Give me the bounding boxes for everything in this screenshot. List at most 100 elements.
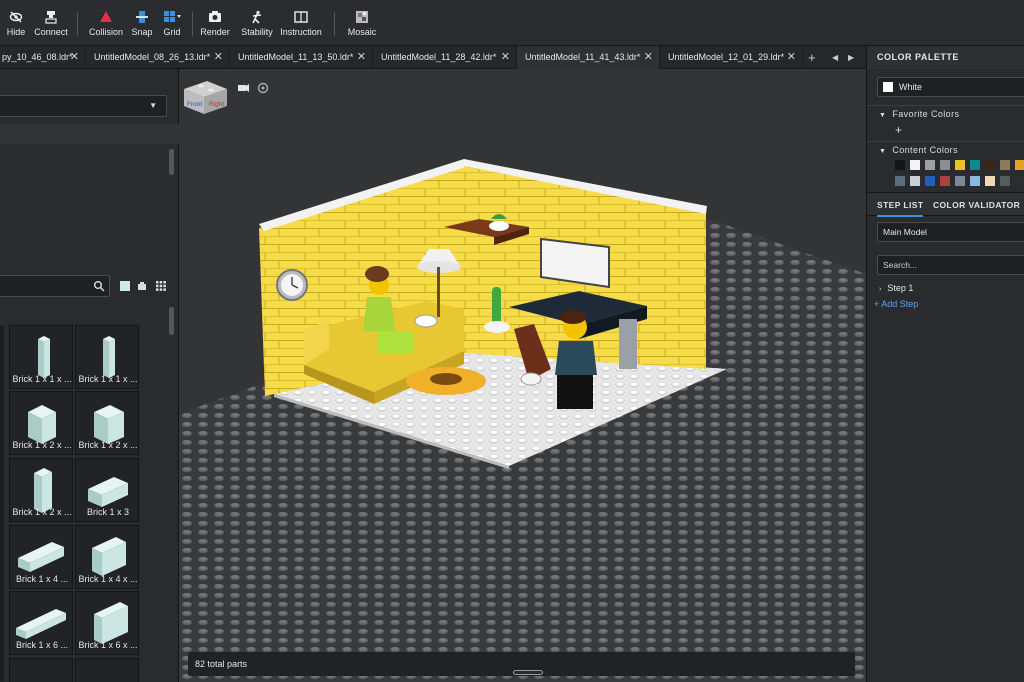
part-label: Brick 1 x 4 ...	[15, 574, 68, 584]
grid-button[interactable]: Grid	[160, 4, 184, 42]
scrollbar-thumb[interactable]	[169, 149, 174, 175]
part-tile[interactable]: Brick 1 x 2 x ...	[9, 391, 73, 455]
video-camera-icon[interactable]	[238, 84, 249, 92]
file-tab[interactable]: UntitledModel_11_13_50.ldr* ✕	[230, 46, 373, 69]
connect-button[interactable]: Connect	[33, 4, 69, 42]
model-select-label: Main Model	[883, 227, 927, 237]
grid-icon	[164, 11, 181, 22]
instruction-button[interactable]: Instruction	[279, 4, 323, 42]
color-swatch[interactable]	[910, 176, 920, 186]
color-swatch[interactable]	[1000, 160, 1010, 170]
connect-icon	[45, 11, 57, 24]
view-mode-square-icon[interactable]	[120, 281, 130, 291]
part-tile[interactable]	[75, 658, 139, 682]
file-tab[interactable]: UntitledModel_12_01_29.ldr* ✕	[660, 46, 803, 69]
instruction-label: Instruction	[280, 27, 322, 37]
file-tab[interactable]: UntitledModel_11_28_42.ldr* ✕	[373, 46, 517, 69]
part-tile[interactable]: Brick 1 x 6 ...	[9, 591, 73, 655]
color-swatch[interactable]	[940, 160, 950, 170]
scrollbar-thumb[interactable]	[169, 307, 174, 335]
part-tile[interactable]: Brick 1 x 4 x ...	[75, 525, 139, 589]
step-item[interactable]: › Step 1	[879, 283, 913, 293]
parts-panel-header	[0, 124, 179, 144]
step-search-input[interactable]: Search...	[877, 255, 1024, 275]
content-colors-section[interactable]: ▼ Content Colors	[879, 145, 958, 155]
part-tile[interactable]: Brick 1 x 1 x ...	[75, 325, 139, 389]
file-tab-active[interactable]: UntitledModel_11_41_43.ldr* ✕	[517, 46, 660, 69]
view-mode-grid-icon[interactable]	[156, 281, 166, 291]
stability-button[interactable]: Stability	[239, 4, 275, 42]
right-panel: COLOR PALETTE White ▼ Favorite Colors + ▼…	[866, 46, 1024, 682]
tab-label: py_10_46_08.ldr*	[2, 52, 73, 62]
part-search-input[interactable]	[0, 275, 110, 297]
render-label: Render	[200, 27, 230, 37]
part-tile[interactable]: Brick 1 x 1 x ...	[9, 325, 73, 389]
view-mode-brick-icon[interactable]	[137, 281, 147, 291]
close-icon[interactable]: ✕	[70, 46, 79, 69]
main-toolbar: Hide Connect Collision Snap Grid Render …	[0, 0, 1024, 46]
color-swatch[interactable]	[1015, 160, 1024, 170]
color-swatch[interactable]	[940, 176, 950, 186]
color-swatch[interactable]	[985, 176, 995, 186]
color-swatch[interactable]	[955, 160, 965, 170]
close-icon[interactable]: ✕	[357, 46, 366, 69]
tab-label: UntitledModel_08_26_13.ldr*	[94, 52, 211, 62]
selected-color-label: White	[899, 82, 923, 92]
tab-step-list[interactable]: STEP LIST	[877, 193, 924, 217]
hide-button[interactable]: Hide	[5, 4, 27, 42]
model-select[interactable]: Main Model	[877, 222, 1024, 242]
color-swatch[interactable]	[970, 160, 980, 170]
color-swatch[interactable]	[925, 160, 935, 170]
close-icon[interactable]: ✕	[787, 46, 796, 69]
part-category-dropdown[interactable]: ▼	[0, 95, 167, 117]
color-swatch[interactable]	[910, 160, 920, 170]
content-colors-label: Content Colors	[892, 145, 958, 155]
scene-canvas[interactable]: Front Right	[179, 69, 866, 682]
mosaic-button[interactable]: Mosaic	[345, 4, 379, 42]
chevron-right-icon: ›	[879, 286, 882, 293]
close-icon[interactable]: ✕	[501, 46, 510, 69]
color-swatch[interactable]	[895, 160, 905, 170]
file-tab[interactable]: UntitledModel_08_26_13.ldr* ✕	[86, 46, 230, 69]
color-swatch[interactable]	[985, 160, 995, 170]
tab-color-validator[interactable]: COLOR VALIDATOR	[933, 193, 1020, 217]
eye-slash-icon	[9, 11, 23, 23]
divider	[867, 105, 1024, 106]
favorite-colors-section[interactable]: ▼ Favorite Colors	[879, 109, 959, 119]
part-tile[interactable]: Brick 1 x 6 x ...	[75, 591, 139, 655]
tab-next-button[interactable]: ▶	[848, 46, 854, 69]
part-label: Brick 1 x 6 x ...	[78, 640, 138, 650]
divider	[867, 141, 1024, 142]
part-label: Brick 1 x 2 x ...	[12, 440, 72, 450]
favorite-colors-label: Favorite Colors	[892, 109, 960, 119]
part-label: Brick 1 x 2 x ...	[12, 507, 72, 517]
part-tile[interactable]: Brick 1 x 4 ...	[9, 525, 73, 589]
part-tile[interactable]: Brick 1 x 2 x ...	[75, 391, 139, 455]
part-tile[interactable]	[9, 658, 73, 682]
color-swatch[interactable]	[925, 176, 935, 186]
add-favorite-color-button[interactable]: +	[895, 123, 902, 137]
tab-prev-button[interactable]: ◀	[832, 46, 838, 69]
close-icon[interactable]: ✕	[644, 46, 653, 69]
tab-label: UntitledModel_11_41_43.ldr*	[525, 52, 641, 62]
snap-button[interactable]: Snap	[130, 4, 154, 42]
horizontal-scroll-handle[interactable]	[513, 670, 543, 675]
part-tile[interactable]: Brick 1 x 2 x ...	[9, 458, 73, 522]
close-icon[interactable]: ✕	[214, 46, 223, 69]
file-tab[interactable]: py_10_46_08.ldr* ✕	[0, 46, 86, 69]
add-step-button[interactable]: + Add Step	[874, 299, 918, 309]
color-swatch[interactable]	[955, 176, 965, 186]
rotate-view-icon[interactable]	[257, 82, 269, 94]
color-swatch[interactable]	[895, 176, 905, 186]
part-count-label: 82 total parts	[195, 659, 248, 669]
part-tile[interactable]: Brick 1 x 3	[75, 458, 139, 522]
collision-button[interactable]: Collision	[88, 4, 124, 42]
3d-viewport[interactable]: Front Right	[179, 69, 866, 682]
color-swatch[interactable]	[1015, 176, 1024, 186]
render-button[interactable]: Render	[200, 4, 230, 42]
color-swatch[interactable]	[970, 176, 980, 186]
view-cube[interactable]	[184, 81, 227, 114]
add-tab-button[interactable]: +	[808, 46, 816, 69]
color-swatch[interactable]	[1000, 176, 1010, 186]
selected-color-field[interactable]: White	[877, 77, 1024, 97]
